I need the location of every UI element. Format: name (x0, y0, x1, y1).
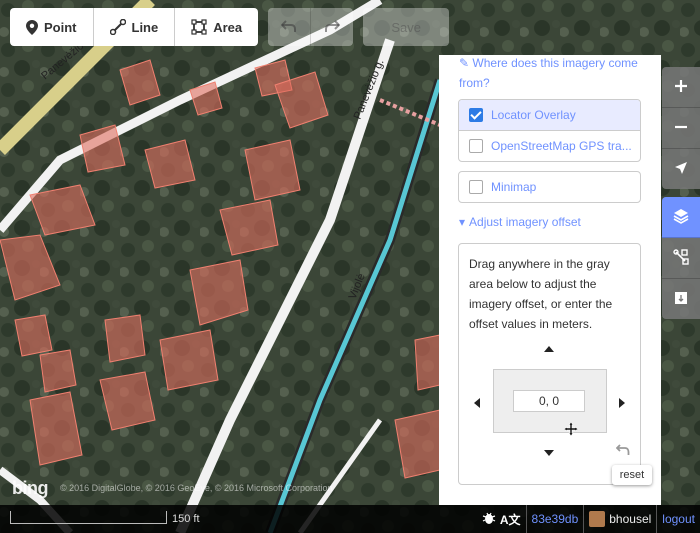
area-icon (191, 19, 207, 35)
nudge-down-icon[interactable] (544, 450, 554, 456)
book-icon (674, 291, 688, 308)
translate-icon[interactable]: A文 (500, 511, 521, 528)
overlay-item-locator[interactable]: Locator Overlay (459, 100, 640, 130)
offset-drag-area[interactable]: 0, 0 (493, 369, 607, 437)
nudge-up-icon[interactable] (544, 346, 554, 352)
add-line-button[interactable]: Line (94, 8, 176, 46)
undo-icon (280, 19, 297, 36)
offset-control: Drag anywhere in the gray area below to … (458, 243, 641, 485)
offset-input[interactable]: 0, 0 (513, 390, 585, 412)
move-cursor-icon (563, 421, 579, 439)
location-arrow-icon (674, 161, 688, 178)
overlay-item-gps-traces[interactable]: OpenStreetMap GPS tra... (459, 130, 640, 161)
minimap-box: Minimap (458, 171, 641, 203)
point-label: Point (44, 19, 77, 35)
imagery-info-link[interactable]: ✎ Where does this imagery come from? (459, 53, 649, 93)
nudge-right-icon[interactable] (619, 398, 625, 408)
logout-link[interactable]: logout (656, 505, 700, 533)
point-icon (26, 19, 38, 35)
imagery-info-text: Where does this imagery come from? (459, 56, 638, 90)
mode-buttons: Point Line Area (10, 8, 259, 46)
pane-controls (662, 197, 700, 319)
save-button[interactable]: Save (363, 8, 450, 46)
offset-section-toggle[interactable]: ▾ Adjust imagery offset (459, 215, 581, 229)
checkbox-checked-icon[interactable] (469, 108, 483, 122)
plus-icon (674, 79, 688, 96)
overlay-list: Locator Overlay OpenStreetMap GPS tra... (458, 99, 641, 162)
minus-icon (674, 120, 688, 137)
add-area-button[interactable]: Area (175, 8, 258, 46)
user-link[interactable]: bhousel (583, 505, 656, 533)
redo-icon (324, 19, 341, 36)
add-point-button[interactable]: Point (10, 8, 94, 46)
nudge-left-icon[interactable] (474, 398, 480, 408)
layers-icon (673, 208, 689, 227)
area-label: Area (213, 19, 243, 35)
bing-logo: bing (12, 478, 49, 498)
imagery-attribution: © 2016 DigitalGlobe, © 2016 GeoEye, © 20… (60, 483, 333, 493)
checkbox-icon[interactable] (469, 139, 483, 153)
overlay-label: Locator Overlay (491, 108, 576, 122)
triangle-down-icon: ▾ (459, 215, 466, 229)
username: bhousel (609, 512, 652, 526)
help-pane-button[interactable] (662, 279, 700, 319)
zoom-in-button[interactable] (662, 67, 700, 108)
version-link[interactable]: 83e39db (525, 505, 584, 533)
top-toolbar: Point Line Area Save (10, 8, 450, 46)
line-label: Line (131, 19, 159, 35)
zoom-out-button[interactable] (662, 108, 700, 149)
scale-bar[interactable] (10, 511, 167, 524)
zoom-controls (662, 67, 700, 189)
background-pane-button[interactable] (662, 197, 700, 238)
map-data-pane-button[interactable] (662, 238, 700, 279)
footer-info: A文 83e39db bhousel logout (477, 505, 700, 533)
offset-instructions: Drag anywhere in the gray area below to … (469, 257, 613, 331)
redo-button[interactable] (311, 8, 354, 46)
minimap-toggle[interactable]: Minimap (459, 172, 640, 202)
footer-bar: 150 ft A文 83e39db bhousel logout (0, 505, 700, 533)
overlay-label: OpenStreetMap GPS tra... (491, 139, 632, 153)
avatar (589, 511, 606, 527)
map-data-icon (673, 248, 689, 268)
undo-redo-group (268, 8, 354, 46)
minimap-label: Minimap (491, 180, 537, 194)
bug-icon[interactable] (482, 511, 496, 528)
undo-button[interactable] (268, 8, 312, 46)
checkbox-icon[interactable] (469, 180, 483, 194)
background-pane: ✎ Where does this imagery come from? Loc… (439, 55, 661, 505)
footer-icons: A文 (477, 505, 526, 533)
line-icon (109, 19, 126, 35)
edit-icon: ✎ (459, 56, 473, 70)
scale-label: 150 ft (172, 513, 200, 525)
geolocate-button[interactable] (662, 149, 700, 189)
reset-icon[interactable] (615, 444, 630, 459)
offset-section-title: Adjust imagery offset (469, 215, 581, 229)
reset-tooltip: reset (612, 465, 652, 485)
